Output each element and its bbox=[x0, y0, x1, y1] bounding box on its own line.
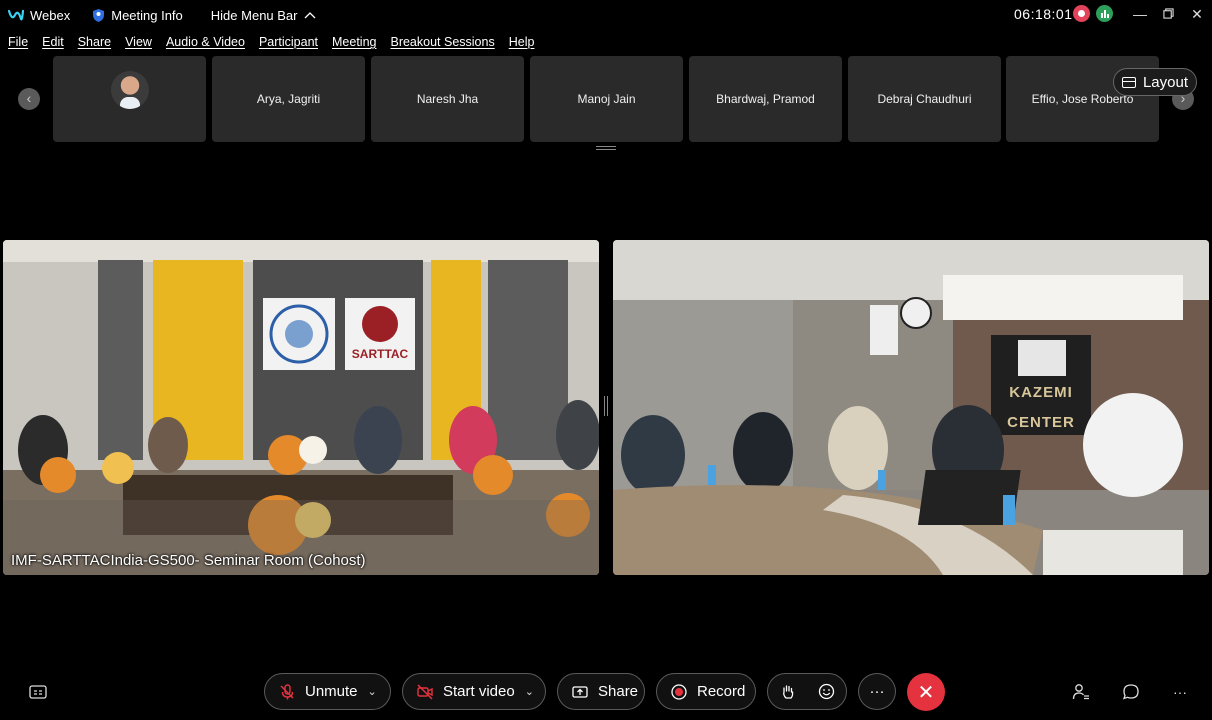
participant-name: Effio, Jose Roberto bbox=[1031, 92, 1134, 106]
strip-resize-handle[interactable] bbox=[596, 146, 616, 150]
title-bar: Webex Meeting Info Hide Menu Bar 06:18:0… bbox=[0, 0, 1212, 30]
app-title: Webex bbox=[8, 8, 70, 23]
kazemi-center-video: KAZEMI CENTER bbox=[613, 240, 1209, 575]
reactions-group bbox=[767, 673, 847, 710]
shield-icon bbox=[93, 8, 105, 22]
camera-off-icon bbox=[417, 683, 433, 700]
start-video-label: Start video bbox=[443, 683, 515, 700]
more-panels-button[interactable]: ··· bbox=[1170, 682, 1190, 702]
more-options-icon: ··· bbox=[869, 683, 885, 700]
participants-panel-button[interactable] bbox=[1071, 682, 1091, 702]
record-button[interactable]: Record bbox=[656, 673, 756, 710]
participant-tile-self[interactable] bbox=[53, 56, 206, 142]
participant-name: Arya, Jagriti bbox=[256, 92, 321, 106]
menu-meeting[interactable]: Meeting bbox=[332, 35, 376, 49]
avatar bbox=[110, 71, 149, 109]
record-label: Record bbox=[697, 683, 746, 700]
microphone-muted-icon bbox=[280, 683, 294, 699]
menu-bar: File Edit Share View Audio & Video Parti… bbox=[0, 32, 540, 52]
participant-name: Naresh Jha bbox=[416, 92, 479, 106]
menu-edit[interactable]: Edit bbox=[42, 35, 64, 49]
raise-hand-icon bbox=[782, 684, 793, 699]
participant-tile[interactable]: Naresh Jha bbox=[371, 56, 524, 142]
restore-button[interactable] bbox=[1155, 3, 1181, 25]
participant-strip: ‹ Arya, Jagriti Naresh Jha Manoj Jain Bh… bbox=[0, 56, 1212, 142]
meeting-info-button[interactable]: Meeting Info bbox=[92, 8, 183, 23]
video-panel-kazemi-center[interactable]: KAZEMI CENTER bbox=[613, 240, 1209, 575]
participant-name: Manoj Jain bbox=[577, 92, 636, 106]
menu-breakout-sessions[interactable]: Breakout Sessions bbox=[390, 35, 494, 49]
layout-icon bbox=[1121, 76, 1136, 88]
chevron-up-icon bbox=[304, 12, 315, 19]
meeting-clock: 06:18:01 bbox=[1014, 6, 1073, 22]
chevron-down-icon[interactable]: ⌄ bbox=[368, 685, 377, 698]
webex-logo-icon bbox=[8, 9, 24, 21]
more-options-button[interactable]: ··· bbox=[858, 673, 896, 710]
more-panels-icon: ··· bbox=[1173, 684, 1187, 700]
chat-bubble-icon bbox=[1122, 684, 1139, 700]
hide-menu-bar-button[interactable]: Hide Menu Bar bbox=[211, 8, 316, 23]
video-panel-label: IMF-SARTTACIndia-GS500- Seminar Room (Co… bbox=[11, 552, 366, 569]
menu-view[interactable]: View bbox=[125, 35, 152, 49]
captions-button[interactable] bbox=[28, 682, 48, 702]
chat-panel-button[interactable] bbox=[1121, 682, 1141, 702]
menu-help[interactable]: Help bbox=[509, 35, 535, 49]
participants-icon bbox=[1072, 684, 1089, 700]
layout-button[interactable]: Layout bbox=[1113, 68, 1197, 96]
chevron-down-icon[interactable]: ⌄ bbox=[525, 685, 534, 698]
seminar-room-video: SARTTAC bbox=[3, 240, 599, 575]
raise-hand-button[interactable] bbox=[768, 684, 807, 700]
start-video-button[interactable]: Start video ⌄ bbox=[402, 673, 546, 710]
video-panel-seminar-room[interactable]: SARTTAC IMF-SARTTACIndia-GS500- Seminar … bbox=[3, 240, 599, 575]
reactions-button[interactable] bbox=[807, 683, 846, 700]
recording-indicator-icon[interactable] bbox=[1073, 5, 1090, 22]
closed-captions-icon bbox=[29, 685, 47, 699]
center-sign: CENTER bbox=[1007, 414, 1075, 431]
minimize-button[interactable]: — bbox=[1127, 3, 1153, 25]
network-stats-icon[interactable] bbox=[1096, 5, 1113, 22]
video-splitter-handle[interactable] bbox=[604, 396, 608, 416]
meeting-info-label: Meeting Info bbox=[111, 7, 183, 23]
close-icon: ✕ bbox=[917, 681, 935, 704]
strip-prev-button[interactable]: ‹ bbox=[18, 88, 40, 110]
app-name: Webex bbox=[30, 7, 71, 23]
close-window-button[interactable]: ✕ bbox=[1184, 3, 1210, 25]
participant-name: Debraj Chaudhuri bbox=[877, 92, 972, 106]
smiley-icon bbox=[818, 683, 835, 700]
share-label: Share bbox=[598, 683, 639, 700]
menu-participant[interactable]: Participant bbox=[259, 35, 318, 49]
menu-file[interactable]: File bbox=[8, 35, 28, 49]
participant-tile[interactable]: Debraj Chaudhuri bbox=[848, 56, 1001, 142]
unmute-button[interactable]: Unmute ⌄ bbox=[264, 673, 391, 710]
menu-share[interactable]: Share bbox=[78, 35, 111, 49]
layout-label: Layout bbox=[1142, 73, 1189, 91]
sarttac-sign: SARTTAC bbox=[352, 347, 409, 361]
participant-name: Bhardwaj, Pramod bbox=[716, 92, 815, 106]
meeting-controls-toolbar: Unmute ⌄ Start video ⌄ Share Record ··· … bbox=[0, 668, 1212, 716]
share-screen-icon bbox=[572, 685, 588, 698]
unmute-label: Unmute bbox=[305, 683, 358, 700]
share-button[interactable]: Share bbox=[557, 673, 645, 710]
leave-meeting-button[interactable]: ✕ bbox=[907, 673, 945, 711]
kazemi-sign: KAZEMI bbox=[1009, 384, 1073, 401]
participant-tile[interactable]: Arya, Jagriti bbox=[212, 56, 365, 142]
menu-audio-video[interactable]: Audio & Video bbox=[166, 35, 245, 49]
participant-tile[interactable]: Manoj Jain bbox=[530, 56, 683, 142]
record-icon bbox=[671, 683, 687, 700]
participant-tile[interactable]: Bhardwaj, Pramod bbox=[689, 56, 842, 142]
hide-menu-bar-label: Hide Menu Bar bbox=[210, 7, 298, 23]
